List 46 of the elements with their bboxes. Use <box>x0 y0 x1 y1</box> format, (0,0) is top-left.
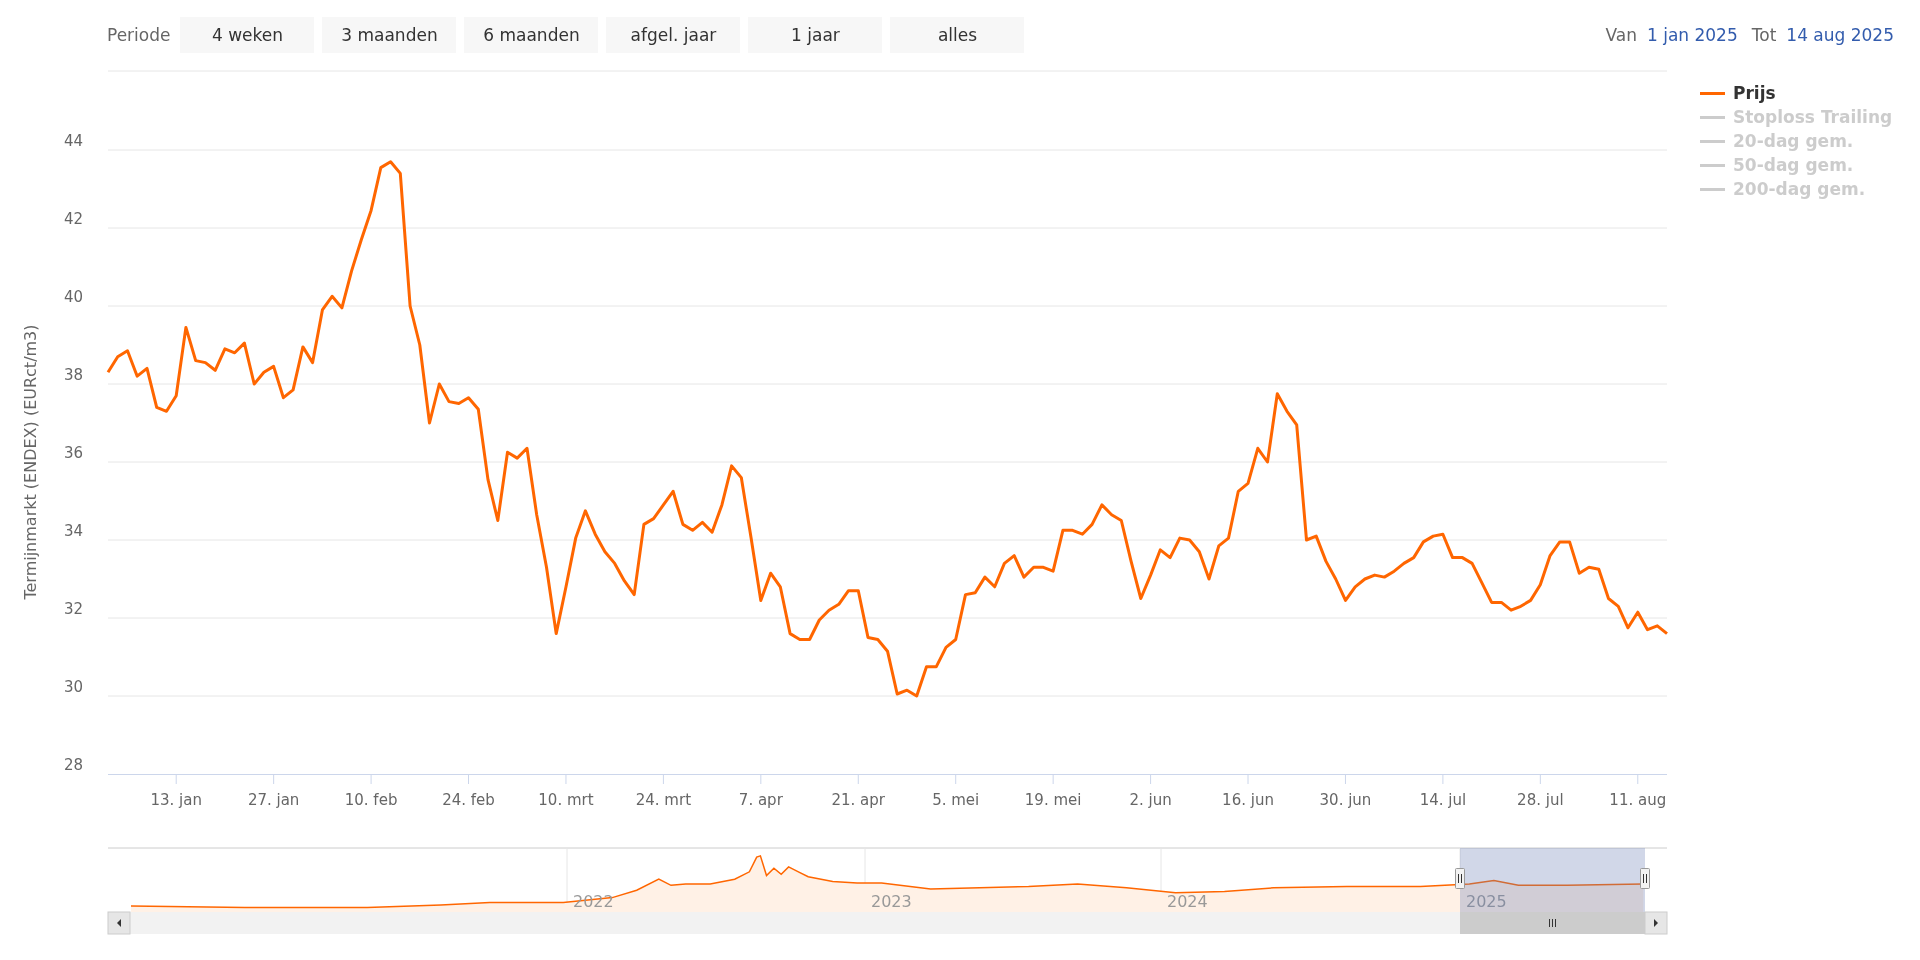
x-axis-label: 30. jun <box>1319 791 1372 809</box>
scroll-left-button[interactable] <box>107 911 131 935</box>
scrollbar-thumb[interactable] <box>1460 912 1645 934</box>
x-axis-label: 10. mrt <box>538 791 594 809</box>
x-axis-label: 24. mrt <box>635 791 692 809</box>
navigator-handle[interactable] <box>1455 868 1465 889</box>
x-axis-label: 10. feb <box>344 791 398 809</box>
legend-item[interactable]: Prijs <box>1700 82 1893 104</box>
x-axis-label: 16. jun <box>1222 791 1274 809</box>
y-axis-label: 40 <box>63 288 83 306</box>
y-axis-label: 36 <box>63 444 83 462</box>
y-axis-label: 28 <box>63 756 83 774</box>
y-axis-label: 30 <box>63 678 83 696</box>
x-axis-label: 24. feb <box>442 791 495 809</box>
x-axis-label: 27. jan <box>247 791 300 809</box>
x-axis-label: 5. mei <box>932 791 980 809</box>
navigator-year-label: 2024 <box>1167 892 1208 911</box>
to-label: Tot <box>1751 25 1777 45</box>
from-date-field[interactable]: 1 jan 2025 <box>1646 25 1738 45</box>
range-button[interactable]: afgel. jaar <box>606 17 741 53</box>
navigator-year-label: 2023 <box>871 892 912 911</box>
x-axis-label: 19. mei <box>1024 791 1082 809</box>
range-button[interactable]: 1 jaar <box>748 17 883 53</box>
range-button[interactable]: 6 maanden <box>464 17 599 53</box>
y-axis-title: Termijnmarkt (ENDEX) (EURct/m3) <box>21 324 40 600</box>
y-axis-label: 44 <box>63 132 83 150</box>
y-axis-label: 32 <box>63 600 83 618</box>
x-axis-label: 13. jan <box>150 791 202 809</box>
navigator-year-label: 2025 <box>1466 892 1507 911</box>
x-axis-label: 7. apr <box>738 791 783 809</box>
y-axis-label: 42 <box>63 210 83 228</box>
navigator-handle[interactable] <box>1640 868 1650 889</box>
y-axis-label: 38 <box>63 366 83 384</box>
to-date-field[interactable]: 14 aug 2025 <box>1786 25 1894 45</box>
x-axis-label: 21. apr <box>831 791 886 809</box>
y-axis-label: 34 <box>63 522 83 540</box>
x-axis-label: 28. jul <box>1517 791 1564 809</box>
from-label: Van <box>1605 25 1637 45</box>
range-button[interactable]: 3 maanden <box>322 17 457 53</box>
period-label: Periode <box>107 25 171 45</box>
x-axis-label: 11. aug <box>1609 791 1667 809</box>
range-button[interactable]: alles <box>890 17 1025 53</box>
range-button[interactable]: 4 weken <box>180 17 315 53</box>
x-axis-label: 2. jun <box>1129 791 1172 809</box>
x-axis-label: 14. jul <box>1419 791 1467 809</box>
scroll-right-button[interactable] <box>1644 911 1668 935</box>
